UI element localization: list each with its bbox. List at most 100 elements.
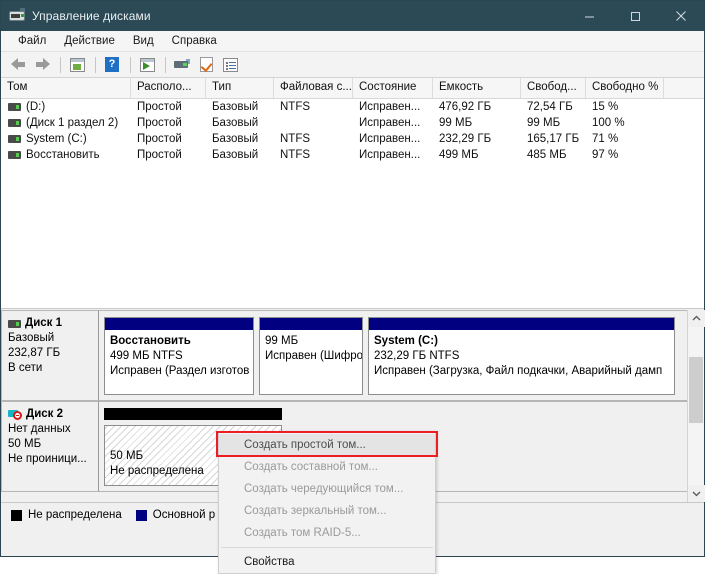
cell-capacity: 99 МБ — [439, 117, 473, 129]
help-button[interactable]: ? — [101, 54, 123, 76]
table-row[interactable]: System (C:) Простой Базовый NTFS Исправе… — [1, 131, 704, 147]
menu-view[interactable]: Вид — [124, 33, 163, 49]
column-header-status[interactable]: Состояние — [353, 78, 433, 98]
column-header-type[interactable]: Тип — [206, 78, 274, 98]
back-icon — [10, 58, 26, 71]
cell-status: Исправен... — [359, 101, 421, 113]
disk-size: 50 МБ — [8, 438, 42, 450]
cell-volume: Восстановить — [26, 149, 100, 161]
cell-filesystem: NTFS — [280, 149, 311, 161]
maximize-button[interactable] — [612, 1, 658, 31]
disk-state: Не проиници... — [8, 453, 87, 465]
context-menu-item-new-striped-volume[interactable]: Создать чередующийся том... — [219, 478, 435, 500]
show-action-pane-button[interactable] — [136, 54, 158, 76]
cell-layout: Простой — [137, 101, 182, 113]
legend-item-unallocated: Не распределена — [11, 509, 122, 521]
disk-title-2: Диск 2 — [8, 407, 94, 422]
cell-filesystem: NTFS — [280, 101, 311, 113]
partition-label: System (C:) — [374, 335, 438, 347]
cell-type: Базовый — [212, 133, 259, 145]
disk-error-icon — [8, 409, 22, 421]
scroll-up-button[interactable] — [688, 310, 705, 327]
cell-layout: Простой — [137, 149, 182, 161]
cell-free: 99 МБ — [527, 117, 561, 129]
unallocated-status: Не распределена — [110, 465, 204, 477]
volume-icon — [8, 103, 21, 111]
list-properties-icon — [222, 57, 238, 72]
disk-1-partitions: Восстановить 499 МБ NTFS Исправен (Разде… — [99, 310, 704, 401]
partition-status: Исправен (Загрузка, Файл подкачки, Авари… — [374, 365, 663, 377]
volume-icon — [8, 135, 21, 143]
column-header-capacity[interactable]: Емкость — [433, 78, 521, 98]
volume-list-header: Том Располо... Тип Файловая с... Состоян… — [1, 78, 704, 99]
disk-row-1: Диск 1 Базовый 232,87 ГБ В сети Восстано… — [1, 310, 704, 401]
context-menu: Создать простой том... Создать составной… — [218, 431, 436, 574]
list-properties-button[interactable] — [219, 54, 241, 76]
title-bar: Управление дисками — [1, 1, 704, 31]
toolbar-separator — [165, 56, 166, 73]
context-menu-item-properties[interactable]: Свойства — [219, 551, 435, 573]
back-button[interactable] — [7, 54, 29, 76]
cell-type: Базовый — [212, 149, 259, 161]
menu-action[interactable]: Действие — [55, 33, 124, 49]
column-header-free[interactable]: Свобод... — [521, 78, 586, 98]
partition-recovery[interactable]: Восстановить 499 МБ NTFS Исправен (Разде… — [104, 317, 254, 395]
window-title: Управление дисками — [32, 9, 151, 23]
cell-filesystem: NTFS — [280, 133, 311, 145]
table-row[interactable]: (D:) Простой Базовый NTFS Исправен... 47… — [1, 99, 704, 115]
table-row[interactable]: Восстановить Простой Базовый NTFS Исправ… — [1, 147, 704, 163]
cell-free: 485 МБ — [527, 149, 567, 161]
disk-ok-icon — [8, 319, 21, 328]
disk-name: Диск 1 — [25, 317, 63, 329]
window-controls — [566, 1, 704, 31]
legend-swatch-unallocated — [11, 509, 22, 521]
context-menu-item-new-simple-volume[interactable]: Создать простой том... — [219, 434, 435, 456]
column-header-volume[interactable]: Том — [1, 78, 131, 98]
volume-icon — [8, 119, 21, 127]
cell-capacity: 232,29 ГБ — [439, 133, 492, 145]
disk-name: Диск 2 — [26, 408, 64, 420]
cell-free: 72,54 ГБ — [527, 101, 573, 113]
context-menu-item-new-spanned-volume[interactable]: Создать составной том... — [219, 456, 435, 478]
unallocated-size: 50 МБ — [110, 450, 144, 462]
menu-bar: Файл Действие Вид Справка — [1, 31, 704, 52]
forward-icon — [35, 58, 50, 71]
rescan-disks-button[interactable] — [171, 54, 193, 76]
cell-free-percent: 15 % — [592, 101, 619, 113]
toolbar: ? — [1, 52, 704, 78]
partition-color-bar — [105, 318, 253, 330]
partition-size-fs: 232,29 ГБ NTFS — [374, 350, 460, 362]
cell-free-percent: 97 % — [592, 149, 619, 161]
disk-title-1: Диск 1 — [8, 316, 94, 331]
table-row[interactable]: (Диск 1 раздел 2) Простой Базовый Исправ… — [1, 115, 704, 131]
disk-info-1[interactable]: Диск 1 Базовый 232,87 ГБ В сети — [1, 310, 99, 401]
show-hide-console-tree-button[interactable] — [66, 54, 88, 76]
disk-size: 232,87 ГБ — [8, 347, 61, 359]
column-header-layout[interactable]: Располо... — [131, 78, 206, 98]
scrollbar-thumb[interactable] — [689, 357, 703, 423]
partition-size-fs: 99 МБ — [265, 335, 299, 347]
context-menu-item-new-mirrored-volume[interactable]: Создать зеркальный том... — [219, 500, 435, 522]
menu-help[interactable]: Справка — [163, 33, 226, 49]
cell-volume: System (C:) — [26, 133, 87, 145]
graph-pane-scrollbar[interactable] — [687, 310, 705, 502]
disk-info-2[interactable]: Диск 2 Нет данных 50 МБ Не проиници... — [1, 401, 99, 492]
column-header-free-percent[interactable]: Свободно % — [586, 78, 664, 98]
partition-efi[interactable]: 99 МБ Исправен (Шифро — [259, 317, 363, 395]
partition-status: Исправен (Шифро — [265, 350, 362, 362]
menu-file[interactable]: Файл — [9, 33, 55, 49]
legend-item-primary: Основной р — [135, 509, 215, 521]
legend-label-unallocated: Не распределена — [28, 509, 122, 521]
scroll-down-button[interactable] — [688, 485, 705, 502]
minimize-button[interactable] — [566, 1, 612, 31]
column-header-filesystem[interactable]: Файловая с... — [274, 78, 353, 98]
partition-color-bar — [260, 318, 362, 330]
cell-status: Исправен... — [359, 117, 421, 129]
context-menu-item-new-raid5-volume[interactable]: Создать том RAID-5... — [219, 522, 435, 544]
close-button[interactable] — [658, 1, 704, 31]
column-header-spacer[interactable] — [664, 78, 704, 98]
properties-button[interactable] — [195, 54, 217, 76]
partition-system-c[interactable]: System (C:) 232,29 ГБ NTFS Исправен (Заг… — [368, 317, 675, 395]
forward-button[interactable] — [31, 54, 53, 76]
partition-color-bar — [369, 318, 674, 330]
